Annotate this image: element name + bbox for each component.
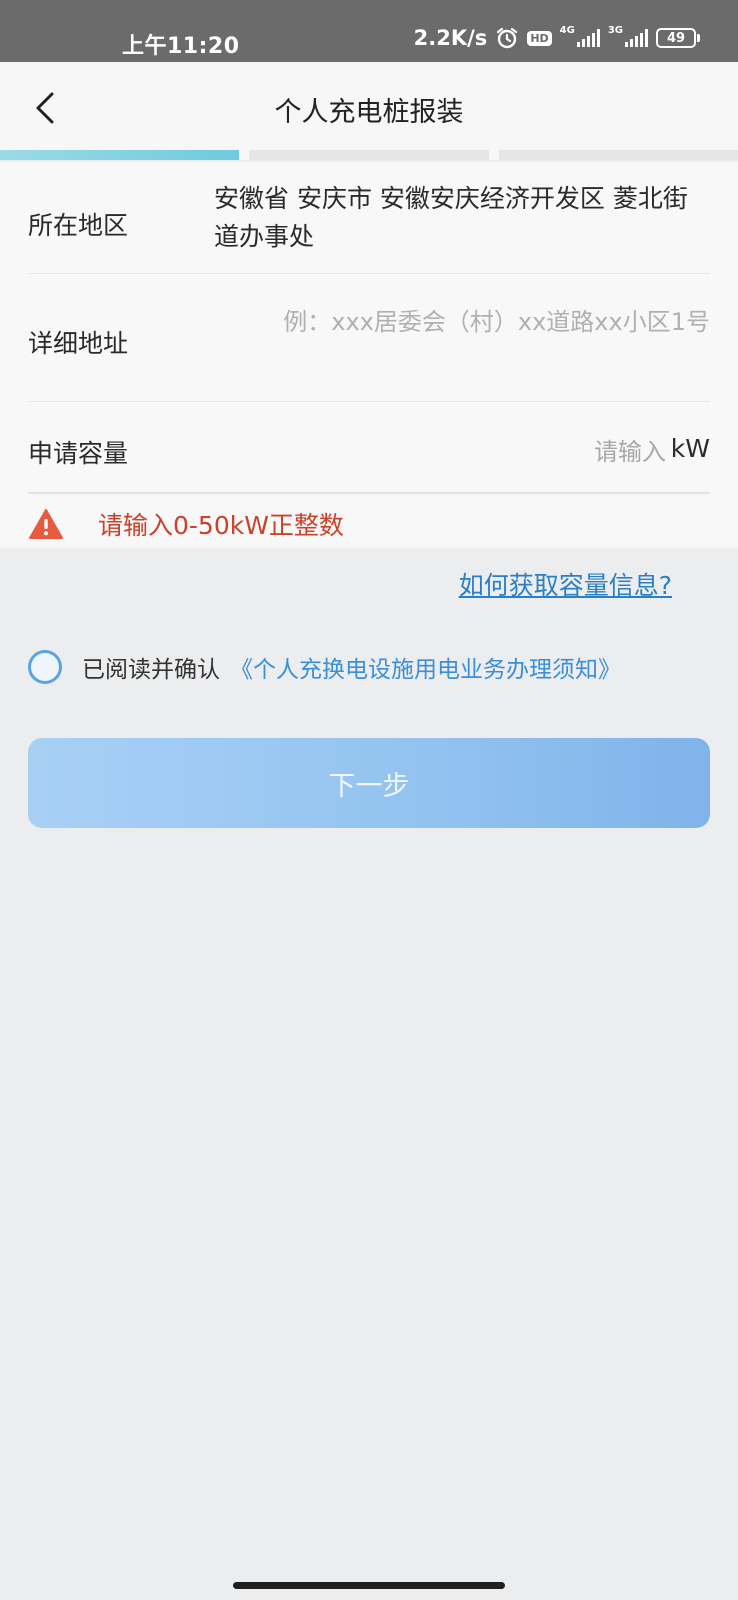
net-speed: 2.2K/s [413, 26, 488, 50]
status-time: 上午11:20 [122, 34, 240, 59]
progress-step-2 [249, 150, 489, 160]
hd-icon: HD [527, 30, 552, 46]
agreement-row: 已阅读并确认 《个人充换电设施用电业务办理须知》 [28, 650, 621, 684]
capacity-row: 申请容量 kW [28, 402, 710, 494]
application-form: 所在地区 安徽省 安庆市 安徽安庆经济开发区 菱北街道办事处 详细地址 申请容量… [0, 162, 738, 548]
capacity-help-link[interactable]: 如何获取容量信息? [459, 566, 672, 602]
region-row[interactable]: 所在地区 安徽省 安庆市 安徽安庆经济开发区 菱北街道办事处 [28, 162, 710, 274]
agreement-link[interactable]: 《个人充换电设施用电业务办理须知》 [230, 650, 621, 684]
capacity-label: 申请容量 [28, 439, 129, 468]
progress-step-3 [498, 150, 738, 160]
next-step-button[interactable]: 下一步 [28, 738, 710, 828]
capacity-unit: kW [670, 434, 710, 463]
home-indicator[interactable] [233, 1582, 505, 1589]
page-title: 个人充电桩报装 [274, 97, 464, 128]
capacity-warning: 请输入0-50kW正整数 [28, 502, 344, 546]
capacity-input[interactable] [466, 432, 666, 472]
step-progress-bar [0, 150, 738, 160]
sim2-network-label: 3G [607, 24, 623, 36]
warning-text: 请输入0-50kW正整数 [98, 511, 344, 540]
region-label: 所在地区 [28, 211, 129, 240]
sim1-network-label: 4G [559, 24, 575, 36]
app-header: 个人充电桩报装 [0, 62, 738, 154]
warning-triangle-icon [28, 508, 64, 540]
agreement-prefix: 已阅读并确认 [82, 657, 220, 683]
status-bar: 上午11:20 2.2K/s HD 4G 3G 49 [0, 0, 738, 62]
signal-icon-sim2 [625, 29, 648, 47]
alarm-icon [495, 26, 519, 50]
agreement-radio[interactable] [28, 650, 62, 684]
battery-icon: 49 [656, 28, 700, 48]
status-icons: 2.2K/s HD 4G 3G 49 [413, 24, 700, 50]
battery-level: 49 [656, 28, 696, 48]
address-label: 详细地址 [28, 329, 129, 358]
address-row: 详细地址 [28, 274, 710, 402]
signal-icon-sim1 [576, 29, 600, 47]
region-value[interactable]: 安徽省 安庆市 安徽安庆经济开发区 菱北街道办事处 [214, 180, 710, 256]
progress-step-1 [0, 150, 240, 160]
address-input[interactable] [214, 302, 710, 342]
